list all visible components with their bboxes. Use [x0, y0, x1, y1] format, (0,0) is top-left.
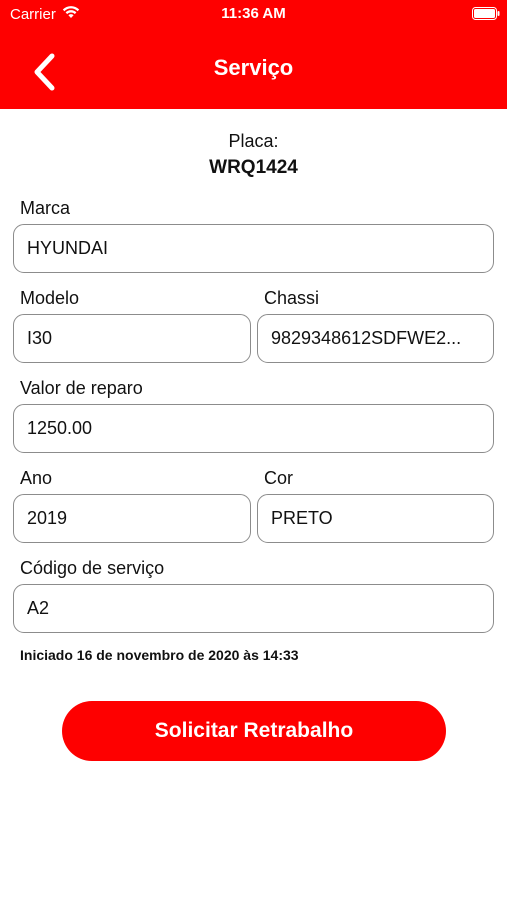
modelo-field[interactable]: I30	[13, 314, 251, 363]
cor-label: Cor	[264, 468, 294, 488]
chassi-value: 9829348612SDFWE2...	[271, 328, 462, 348]
placa-value: WRQ1424	[209, 157, 298, 178]
header-bar: Carrier 11:36 AM Serviço	[0, 0, 507, 109]
ano-field[interactable]: 2019	[13, 494, 251, 543]
valor-reparo-field[interactable]: 1250.00	[13, 404, 494, 453]
started-timestamp: Iniciado 16 de novembro de 2020 às 14:33	[20, 647, 299, 663]
codigo-servico-field[interactable]: A2	[13, 584, 494, 633]
marca-field[interactable]: HYUNDAI	[13, 224, 494, 273]
modelo-label: Modelo	[20, 288, 80, 308]
status-time: 11:36 AM	[221, 5, 286, 22]
cor-field[interactable]: PRETO	[257, 494, 494, 543]
request-rework-button[interactable]: Solicitar Retrabalho	[62, 701, 446, 761]
battery-icon	[472, 7, 500, 25]
codigo-servico-value: A2	[27, 598, 50, 618]
cor-value: PRETO	[271, 508, 333, 528]
status-bar: Carrier 11:36 AM	[0, 0, 507, 28]
ano-value: 2019	[27, 508, 68, 528]
placa-label: Placa:	[228, 131, 279, 151]
codigo-servico-label: Código de serviço	[20, 558, 165, 578]
valor-reparo-value: 1250.00	[27, 418, 93, 438]
chassi-label: Chassi	[264, 288, 320, 308]
ano-label: Ano	[20, 468, 53, 488]
page-title: Serviço	[213, 55, 294, 80]
modelo-value: I30	[27, 328, 53, 348]
valor-reparo-label: Valor de reparo	[20, 378, 143, 398]
marca-value: HYUNDAI	[27, 238, 109, 258]
marca-label: Marca	[20, 198, 71, 218]
chassi-field[interactable]: 9829348612SDFWE2...	[257, 314, 494, 363]
